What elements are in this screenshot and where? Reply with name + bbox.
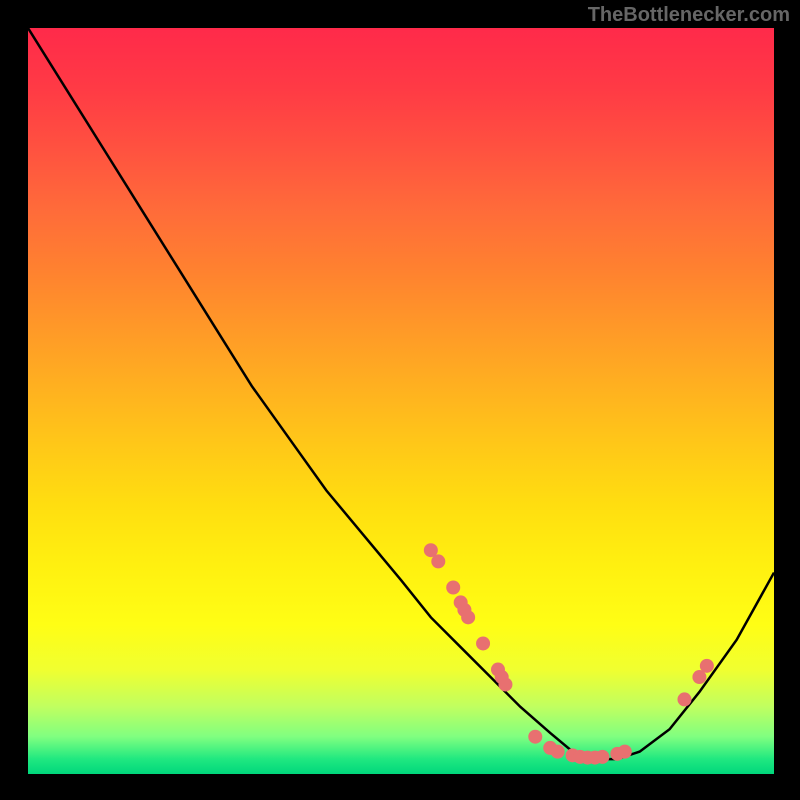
data-point [677,692,691,706]
data-point [528,730,542,744]
data-point [446,581,460,595]
data-point [551,745,565,759]
chart-svg [28,28,774,774]
curve-path [28,28,774,759]
data-point [461,610,475,624]
curve-line [28,28,774,759]
data-point [431,554,445,568]
attribution-text: TheBottlenecker.com [588,4,790,27]
data-point [618,745,632,759]
data-point [700,659,714,673]
data-point [476,636,490,650]
data-point [498,677,512,691]
data-point [595,750,609,764]
